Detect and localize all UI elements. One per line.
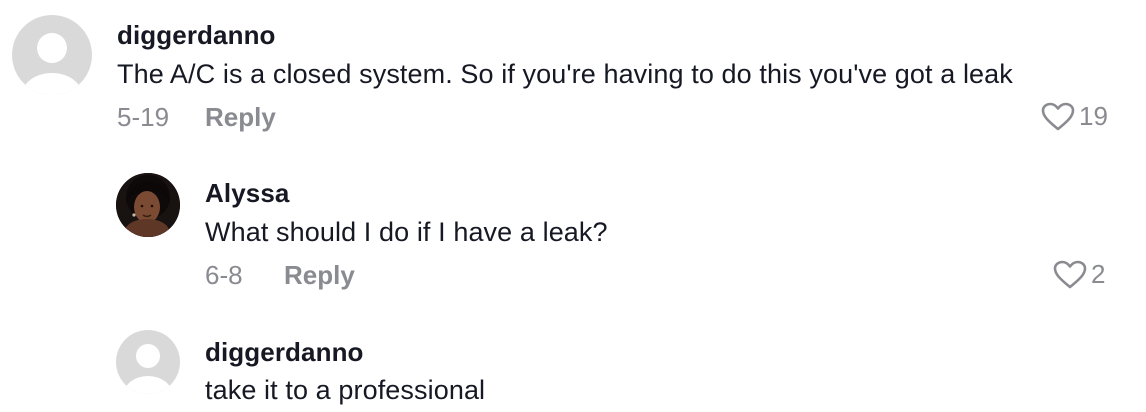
- reply-item: Alyssa What should I do if I have a leak…: [0, 160, 1146, 310]
- reply-button[interactable]: Reply: [284, 260, 355, 291]
- heart-icon: [1041, 102, 1075, 130]
- comment-date: 5-19: [117, 102, 170, 132]
- avatar[interactable]: [12, 15, 92, 95]
- comment-date: 6-8: [205, 260, 243, 290]
- profile-photo-icon: [116, 173, 180, 237]
- like-count: 2: [1091, 259, 1106, 289]
- comment-item: diggerdanno The A/C is a closed system. …: [0, 0, 1146, 150]
- heart-icon: [1053, 260, 1087, 288]
- comment-username[interactable]: diggerdanno: [205, 337, 364, 368]
- comment-text: The A/C is a closed system. So if you're…: [117, 59, 1013, 89]
- like-button[interactable]: 19: [1041, 101, 1108, 132]
- comment-username[interactable]: diggerdanno: [117, 20, 276, 51]
- comment-username[interactable]: Alyssa: [205, 178, 289, 209]
- comment-text: take it to a professional: [205, 375, 486, 405]
- avatar[interactable]: [116, 173, 180, 237]
- avatar[interactable]: [116, 330, 180, 394]
- like-count: 19: [1079, 101, 1108, 131]
- default-user-icon: [124, 344, 172, 394]
- reply-button[interactable]: Reply: [205, 102, 276, 133]
- comment-text: What should I do if I have a leak?: [205, 217, 608, 247]
- like-button[interactable]: 2: [1053, 259, 1105, 290]
- default-user-icon: [22, 33, 82, 95]
- reply-item: diggerdanno take it to a professional: [0, 320, 1146, 412]
